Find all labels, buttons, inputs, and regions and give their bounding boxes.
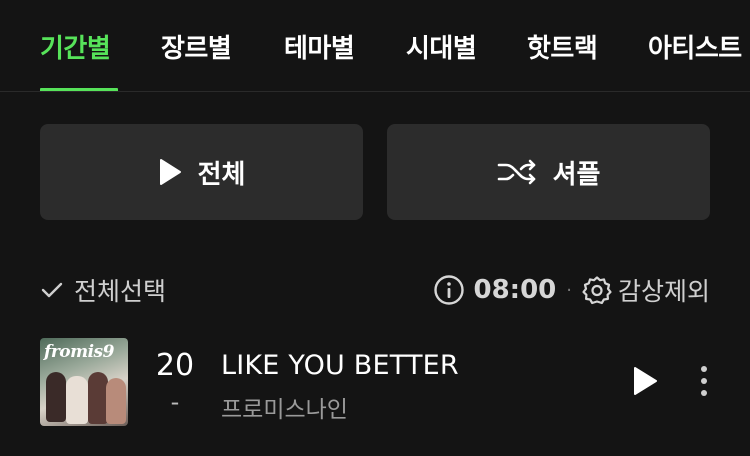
more-vertical-icon[interactable] bbox=[698, 364, 710, 398]
select-all-label: 전체선택 bbox=[74, 277, 167, 306]
separator-dot: · bbox=[566, 279, 572, 301]
tab-theme[interactable]: 테마별 bbox=[284, 28, 355, 91]
album-art-figure bbox=[88, 372, 108, 424]
track-row[interactable]: fromis9 20 - LIKE YOU BETTER 프로미스나인 bbox=[40, 338, 710, 428]
total-duration: 08:00 bbox=[473, 275, 557, 305]
gear-icon[interactable] bbox=[582, 275, 612, 305]
shuffle-icon bbox=[497, 158, 537, 186]
shuffle-button[interactable]: 셔플 bbox=[387, 124, 710, 220]
chart-screen: 기간별 장르별 테마별 시대별 핫트랙 아티스트 전체 셔플 전체선택 08:0… bbox=[0, 0, 750, 456]
check-icon bbox=[40, 280, 64, 300]
tab-era[interactable]: 시대별 bbox=[406, 28, 477, 91]
info-icon[interactable] bbox=[433, 274, 465, 306]
play-all-button[interactable]: 전체 bbox=[40, 124, 363, 220]
category-tabs: 기간별 장르별 테마별 시대별 핫트랙 아티스트 bbox=[0, 0, 750, 92]
album-art-figure bbox=[66, 376, 88, 424]
track-artist[interactable]: 프로미스나인 bbox=[221, 390, 348, 424]
list-toolbar: 전체선택 08:00 · 감상제외 bbox=[40, 268, 710, 312]
shuffle-label: 셔플 bbox=[552, 159, 601, 190]
album-cover[interactable]: fromis9 bbox=[40, 338, 128, 426]
album-logo: fromis9 bbox=[44, 342, 114, 362]
exclude-listening-label[interactable]: 감상제외 bbox=[618, 272, 710, 308]
tab-artist[interactable]: 아티스트 bbox=[648, 28, 742, 91]
play-all-label: 전체 bbox=[197, 159, 246, 190]
track-title[interactable]: LIKE YOU BETTER bbox=[221, 350, 459, 381]
track-rank: 20 bbox=[155, 348, 195, 383]
play-icon[interactable] bbox=[632, 366, 658, 396]
tab-hottrack[interactable]: 핫트랙 bbox=[527, 28, 598, 91]
rank-change: - bbox=[170, 388, 180, 416]
tab-period[interactable]: 기간별 bbox=[40, 28, 111, 91]
tab-genre[interactable]: 장르별 bbox=[161, 28, 232, 91]
toolbar-right: 08:00 · 감상제외 bbox=[433, 272, 710, 308]
play-icon bbox=[158, 158, 182, 186]
active-tab-indicator bbox=[40, 88, 118, 91]
album-art-figure bbox=[46, 372, 66, 422]
select-all-toggle[interactable]: 전체선택 bbox=[40, 272, 166, 308]
album-art-figure bbox=[106, 378, 126, 424]
